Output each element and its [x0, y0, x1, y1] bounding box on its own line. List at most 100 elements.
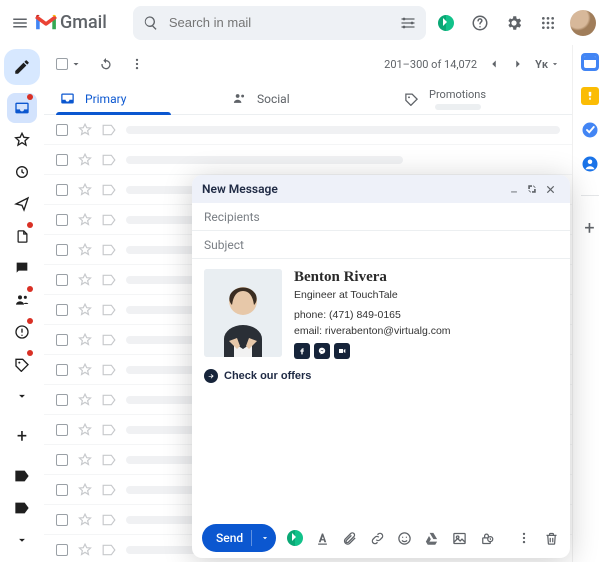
search-input[interactable]: [167, 14, 400, 31]
label-icon[interactable]: [102, 514, 116, 526]
label-icon[interactable]: [102, 394, 116, 406]
star-icon[interactable]: [78, 213, 92, 227]
star-icon[interactable]: [78, 273, 92, 287]
drive-icon[interactable]: [423, 531, 440, 546]
star-icon[interactable]: [78, 393, 92, 407]
row-checkbox[interactable]: [56, 484, 68, 496]
link-icon[interactable]: [368, 531, 385, 546]
tab-promotions[interactable]: Promotions: [394, 83, 566, 114]
search-options-icon[interactable]: [400, 15, 416, 31]
label-icon[interactable]: [102, 184, 116, 196]
compose-body[interactable]: Benton Rivera Engineer at TouchTale phon…: [192, 259, 570, 518]
apps-icon[interactable]: [536, 11, 560, 35]
nav-categories[interactable]: [7, 349, 37, 379]
star-icon[interactable]: [78, 513, 92, 527]
star-icon[interactable]: [78, 153, 92, 167]
main-menu-button[interactable]: [8, 11, 32, 35]
next-page[interactable]: [511, 57, 525, 71]
nav-starred[interactable]: [7, 125, 37, 155]
star-icon[interactable]: [78, 483, 92, 497]
label-icon[interactable]: [102, 484, 116, 496]
search-bar[interactable]: [133, 6, 426, 40]
star-icon[interactable]: [78, 333, 92, 347]
nav-sent[interactable]: [7, 189, 37, 219]
signature-cta[interactable]: Check our offers: [204, 369, 558, 383]
subject-field[interactable]: Subject: [192, 231, 570, 259]
video-icon[interactable]: [334, 343, 350, 359]
select-all[interactable]: [56, 58, 82, 70]
messenger-icon[interactable]: [314, 343, 330, 359]
label-icon[interactable]: [102, 454, 116, 466]
compose-button[interactable]: [4, 49, 40, 85]
tab-social[interactable]: Social: [222, 83, 394, 114]
close-button[interactable]: [541, 184, 560, 195]
account-avatar[interactable]: [570, 10, 596, 36]
refresh-button[interactable]: [98, 56, 114, 72]
minimize-button[interactable]: [505, 184, 523, 194]
nav-snoozed[interactable]: [7, 157, 37, 187]
row-checkbox[interactable]: [56, 454, 68, 466]
attach-icon[interactable]: [341, 531, 358, 546]
facebook-icon[interactable]: [294, 343, 310, 359]
input-tools[interactable]: Yᴋ: [535, 58, 560, 71]
label-icon[interactable]: [102, 424, 116, 436]
label-icon[interactable]: [102, 364, 116, 376]
star-icon[interactable]: [78, 363, 92, 377]
star-icon[interactable]: [78, 303, 92, 317]
nav-more[interactable]: [7, 381, 37, 411]
star-icon[interactable]: [78, 543, 92, 557]
nav-labels-more[interactable]: [7, 525, 37, 555]
star-icon[interactable]: [78, 453, 92, 467]
grammarly-toolbar-icon[interactable]: [286, 530, 303, 546]
addon-get-addons[interactable]: +: [584, 218, 594, 239]
fullscreen-button[interactable]: [523, 184, 541, 194]
list-item[interactable]: [44, 115, 572, 145]
label-icon[interactable]: [102, 154, 116, 166]
star-icon[interactable]: [78, 243, 92, 257]
label-icon[interactable]: [102, 274, 116, 286]
tab-primary[interactable]: Primary: [50, 83, 222, 114]
row-checkbox[interactable]: [56, 544, 68, 556]
prev-page[interactable]: [487, 57, 501, 71]
nav-chats[interactable]: [7, 253, 37, 283]
star-icon[interactable]: [78, 123, 92, 137]
grammarly-header-icon[interactable]: [434, 11, 458, 35]
label-icon[interactable]: [102, 544, 116, 556]
list-item[interactable]: [44, 145, 572, 175]
send-button[interactable]: Send: [202, 524, 276, 552]
nav-label-2[interactable]: [7, 493, 37, 523]
row-checkbox[interactable]: [56, 424, 68, 436]
label-icon[interactable]: [102, 244, 116, 256]
row-checkbox[interactable]: [56, 364, 68, 376]
label-icon[interactable]: [102, 334, 116, 346]
discard-icon[interactable]: [543, 531, 560, 546]
row-checkbox[interactable]: [56, 124, 68, 136]
label-icon[interactable]: [102, 124, 116, 136]
row-checkbox[interactable]: [56, 244, 68, 256]
row-checkbox[interactable]: [56, 334, 68, 346]
addon-keep[interactable]: [581, 87, 599, 105]
nav-label-1[interactable]: [7, 461, 37, 491]
label-icon[interactable]: [102, 304, 116, 316]
addon-tasks[interactable]: [581, 121, 599, 139]
row-checkbox[interactable]: [56, 514, 68, 526]
star-icon[interactable]: [78, 423, 92, 437]
row-checkbox[interactable]: [56, 394, 68, 406]
star-icon[interactable]: [78, 183, 92, 197]
addon-contacts[interactable]: [581, 155, 599, 173]
more-actions[interactable]: [130, 57, 144, 71]
row-checkbox[interactable]: [56, 154, 68, 166]
row-checkbox[interactable]: [56, 304, 68, 316]
row-checkbox[interactable]: [56, 214, 68, 226]
addon-calendar[interactable]: [581, 53, 599, 71]
nav-spam[interactable]: [7, 317, 37, 347]
nav-new-label[interactable]: +: [7, 421, 37, 451]
settings-icon[interactable]: [502, 11, 526, 35]
confidential-icon[interactable]: [478, 531, 495, 546]
nav-contacts[interactable]: [7, 285, 37, 315]
formatting-icon[interactable]: [314, 531, 331, 546]
label-icon[interactable]: [102, 214, 116, 226]
recipients-field[interactable]: Recipients: [192, 203, 570, 231]
nav-drafts[interactable]: [7, 221, 37, 251]
row-checkbox[interactable]: [56, 184, 68, 196]
